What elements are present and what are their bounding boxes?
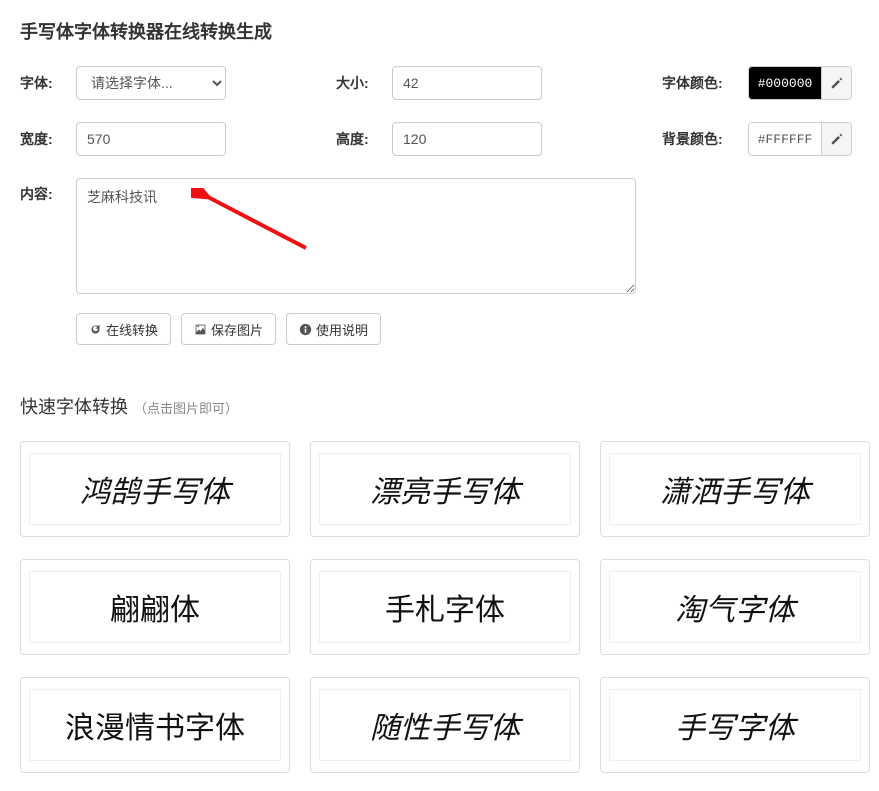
bg-color-edit-button[interactable] <box>821 123 851 155</box>
bg-color-swatch: #FFFFFF <box>749 123 821 155</box>
refresh-icon <box>89 323 102 336</box>
height-input[interactable] <box>392 122 542 156</box>
content-row: 内容: 芝麻科技讯 <box>20 178 859 297</box>
font-card-label: 手写字体 <box>609 689 861 761</box>
font-card-label: 鸿鹄手写体 <box>29 453 281 525</box>
quick-hint-text: （点击图片即可） <box>134 398 238 417</box>
label-size: 大小: <box>336 73 392 93</box>
quick-title-text: 快速字体转换 <box>20 393 128 419</box>
page-title: 手写体字体转换器在线转换生成 <box>20 18 859 44</box>
font-card[interactable]: 漂亮手写体 <box>310 441 580 537</box>
label-height: 高度: <box>336 129 392 149</box>
content-textarea[interactable]: 芝麻科技讯 <box>76 178 636 294</box>
quick-section-title: 快速字体转换 （点击图片即可） <box>20 393 859 419</box>
label-font-color: 字体颜色: <box>652 73 742 93</box>
info-icon <box>299 323 312 336</box>
convert-label: 在线转换 <box>106 320 158 339</box>
font-card[interactable]: 手札字体 <box>310 559 580 655</box>
font-card-label: 潇洒手写体 <box>609 453 861 525</box>
form-grid: 字体: 请选择字体... 大小: 字体颜色: #000000 宽度: 高度: 背… <box>20 66 859 156</box>
font-card[interactable]: 翩翩体 <box>20 559 290 655</box>
font-card[interactable]: 潇洒手写体 <box>600 441 870 537</box>
save-button[interactable]: 保存图片 <box>181 313 276 345</box>
font-select[interactable]: 请选择字体... <box>76 66 226 100</box>
font-card[interactable]: 鸿鹄手写体 <box>20 441 290 537</box>
font-card-label: 随性手写体 <box>319 689 571 761</box>
font-card-label: 淘气字体 <box>609 571 861 643</box>
quick-cards-grid: 鸿鹄手写体 漂亮手写体 潇洒手写体 翩翩体 手札字体 淘气字体 浪漫情书字体 随… <box>20 441 859 773</box>
help-button[interactable]: 使用说明 <box>286 313 381 345</box>
font-card-label: 翩翩体 <box>29 571 281 643</box>
width-input[interactable] <box>76 122 226 156</box>
convert-button[interactable]: 在线转换 <box>76 313 171 345</box>
label-bg-color: 背景颜色: <box>652 129 742 149</box>
pencil-icon <box>830 132 844 146</box>
size-input[interactable] <box>392 66 542 100</box>
font-card-label: 手札字体 <box>319 571 571 643</box>
label-font: 字体: <box>20 73 76 93</box>
help-label: 使用说明 <box>316 320 368 339</box>
pencil-icon <box>830 76 844 90</box>
button-row: 在线转换 保存图片 使用说明 <box>76 313 859 345</box>
font-card[interactable]: 淘气字体 <box>600 559 870 655</box>
bg-color-picker[interactable]: #FFFFFF <box>748 122 852 156</box>
save-label: 保存图片 <box>211 320 263 339</box>
font-color-picker[interactable]: #000000 <box>748 66 852 100</box>
font-card-label: 漂亮手写体 <box>319 453 571 525</box>
font-color-edit-button[interactable] <box>821 67 851 99</box>
image-icon <box>194 323 207 336</box>
font-card-label: 浪漫情书字体 <box>29 689 281 761</box>
label-content: 内容: <box>20 178 76 204</box>
label-width: 宽度: <box>20 129 76 149</box>
font-color-swatch: #000000 <box>749 67 821 99</box>
